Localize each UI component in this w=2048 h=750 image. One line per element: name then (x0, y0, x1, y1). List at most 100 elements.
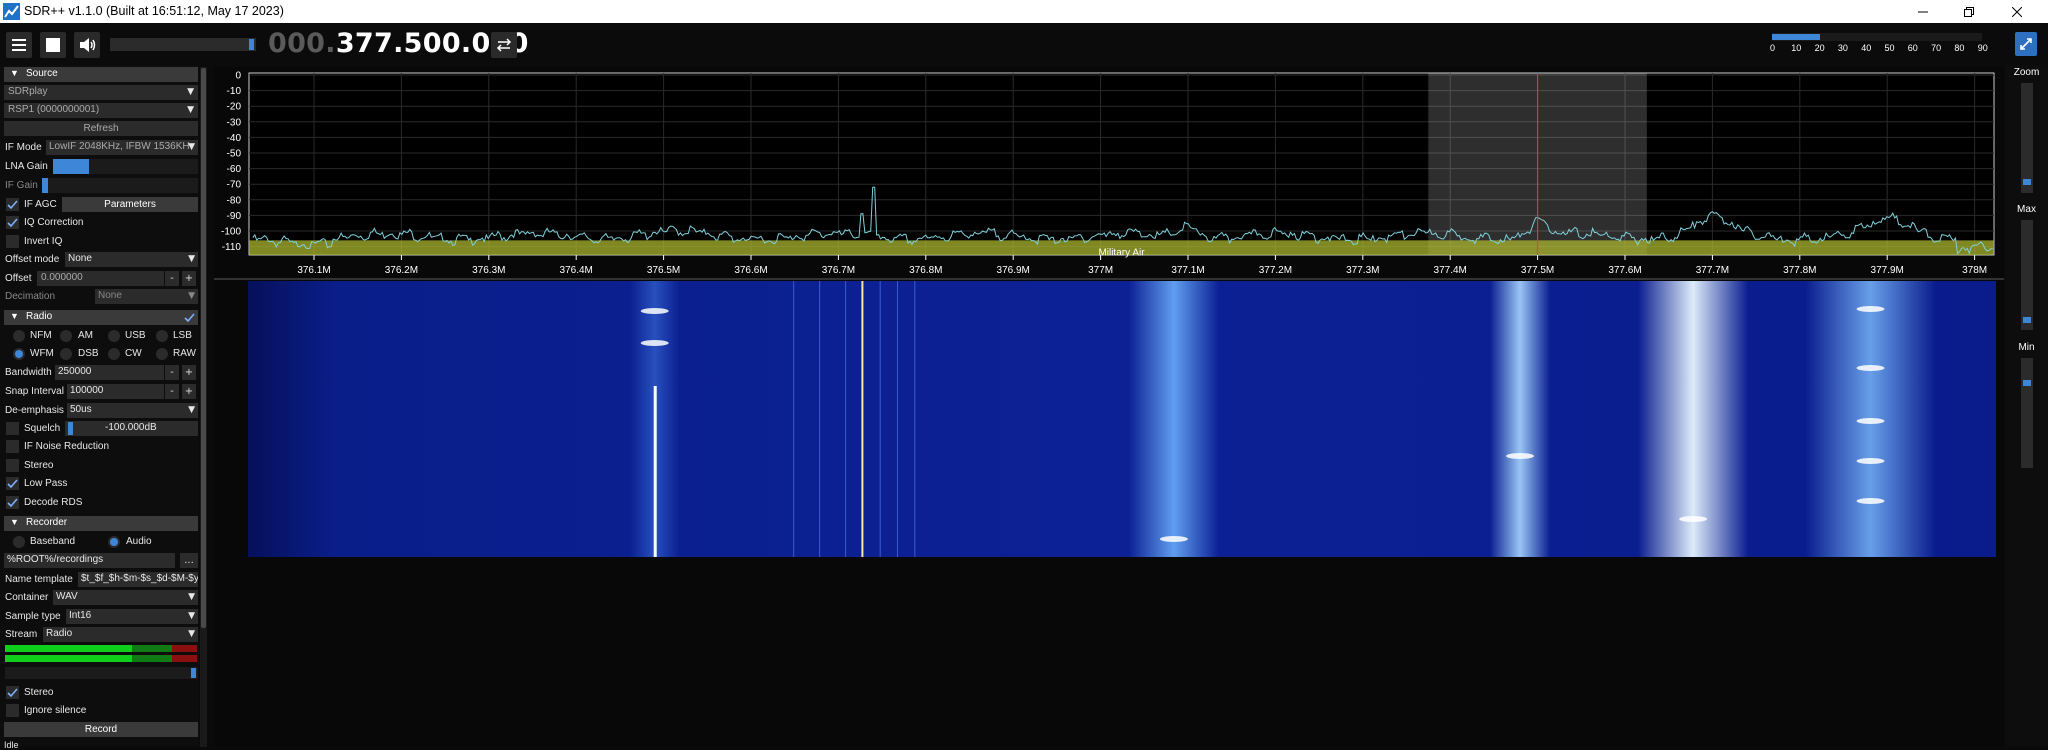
audio-label: Audio (126, 536, 152, 547)
waterfall-signal-b1 (1128, 281, 1219, 557)
offset-plus-button[interactable]: + (182, 271, 196, 286)
name-template-input[interactable]: $t_$f_$h-$m-$s_$d-$M-$y (78, 572, 198, 587)
if-nr-checkbox[interactable] (6, 440, 19, 453)
snap-interval-input[interactable]: 100000 (67, 384, 164, 399)
snap-plus-button[interactable]: + (182, 384, 196, 399)
decimation-select[interactable]: None ▼ (95, 289, 198, 304)
mode-cw-radio[interactable] (108, 348, 120, 360)
container-select[interactable]: WAV ▼ (53, 590, 198, 605)
mode-wfm-label: WFM (30, 348, 54, 359)
mode-nfm-label: NFM (30, 330, 52, 341)
min-slider[interactable] (2021, 358, 2033, 468)
radio-enabled-check-icon[interactable] (184, 312, 195, 323)
waterfall-burst (1506, 453, 1535, 459)
iq-correction-checkbox[interactable] (6, 216, 19, 229)
snr-meter-bar (1772, 34, 1820, 40)
radio-header[interactable]: ▼ Radio (4, 310, 198, 325)
mode-lsb-radio[interactable] (156, 330, 168, 342)
snr-tick-label: 10 (1791, 43, 1802, 53)
minimize-icon[interactable] (1900, 0, 1946, 23)
recorder-header[interactable]: ▼ Recorder (4, 516, 198, 531)
menu-icon[interactable] (6, 32, 32, 58)
low-pass-checkbox[interactable] (6, 477, 19, 490)
min-slider-knob[interactable] (2023, 380, 2031, 386)
recording-path-input[interactable]: %ROOT%/recordings (4, 553, 175, 568)
bandwidth-minus-button[interactable]: - (165, 365, 179, 380)
record-button[interactable]: Record (4, 722, 198, 737)
restore-icon[interactable] (1946, 0, 1992, 23)
max-slider-knob[interactable] (2023, 317, 2031, 323)
offset-mode-select[interactable]: None ▼ (65, 252, 198, 267)
if-mode-select[interactable]: LowIF 2048KHz, IFBW 1536KH ▼ (46, 140, 198, 155)
mode-am-radio[interactable] (60, 330, 72, 342)
baseband-label: Baseband (30, 536, 76, 547)
if-agc-checkbox[interactable] (6, 198, 19, 211)
recorder-volume-slider[interactable] (5, 667, 198, 679)
collapse-icon: ▼ (10, 517, 19, 527)
squelch-knob[interactable] (68, 422, 73, 435)
ignore-silence-checkbox[interactable] (6, 704, 19, 717)
mode-wfm-radio[interactable] (13, 348, 25, 360)
lna-gain-label: LNA Gain (5, 161, 48, 172)
fft-x-tick-label: 377.1M (1171, 265, 1204, 276)
device-select[interactable]: RSP1 (0000000001) ▼ (4, 103, 198, 118)
baseband-radio[interactable] (13, 536, 25, 548)
bandwidth-plus-button[interactable]: + (182, 365, 196, 380)
recorder-volume-knob[interactable] (191, 668, 196, 678)
stop-icon[interactable] (40, 32, 66, 58)
recorder-stereo-checkbox[interactable] (6, 686, 19, 699)
stereo-checkbox[interactable] (6, 459, 19, 472)
stream-label: Stream (5, 629, 38, 640)
close-icon[interactable] (1994, 0, 2040, 23)
squelch-checkbox[interactable] (6, 422, 19, 435)
mode-lsb-label: LSB (173, 330, 192, 341)
parameters-button[interactable]: Parameters (62, 197, 198, 212)
zoom-slider[interactable] (2021, 83, 2033, 193)
snr-tick-label: 80 (1954, 43, 1965, 53)
sample-type-select[interactable]: Int16 ▼ (66, 609, 198, 624)
lna-gain-slider[interactable] (53, 159, 198, 174)
speaker-icon[interactable] (74, 32, 100, 58)
volume-slider-knob[interactable] (249, 39, 254, 50)
mode-am-label: AM (78, 330, 93, 341)
sample-type-label: Sample type (5, 611, 61, 622)
offset-minus-button[interactable]: - (165, 271, 179, 286)
bandwidth-input[interactable]: 250000 (55, 365, 164, 380)
mode-dsb-radio[interactable] (60, 348, 72, 360)
refresh-button[interactable]: Refresh (4, 121, 198, 136)
fft-y-tick-label: -20 (227, 102, 242, 113)
deemphasis-select[interactable]: 50us ▼ (67, 403, 198, 418)
mode-cw-label: CW (125, 348, 142, 359)
snr-tick-label: 40 (1861, 43, 1872, 53)
waterfall[interactable] (248, 281, 1996, 557)
squelch-slider[interactable]: -100.000dB (65, 421, 198, 436)
squelch-label: Squelch (24, 423, 61, 434)
audio-radio[interactable] (108, 536, 120, 548)
mode-nfm-radio[interactable] (13, 330, 25, 342)
source-header[interactable]: ▼ Source (4, 67, 198, 82)
snap-minus-button[interactable]: - (165, 384, 179, 399)
stream-select[interactable]: Radio ▼ (43, 627, 198, 642)
snr-tick-label: 60 (1907, 43, 1918, 53)
waterfall-faint-line (914, 281, 916, 557)
waterfall-burst (1856, 498, 1885, 504)
container-label: Container (5, 592, 49, 603)
plot-divider[interactable] (214, 278, 2004, 280)
offset-input[interactable]: 0.000000 (37, 271, 164, 286)
swap-icon[interactable] (491, 32, 517, 58)
waterfall-burst (1856, 418, 1885, 424)
mode-raw-radio[interactable] (156, 348, 168, 360)
scrollbar-thumb[interactable] (201, 68, 206, 628)
volume-slider[interactable] (110, 38, 256, 51)
browse-button[interactable]: ... (180, 553, 198, 568)
decode-rds-checkbox[interactable] (6, 496, 19, 509)
fft-plot[interactable]: 0 -10 -20 -30 -40 -50 -60 -70 -80 -90 -100 -110 376.… (214, 67, 2004, 280)
frequency-display[interactable]: 000.377.500.000 (268, 28, 529, 59)
source-select[interactable]: SDRplay ▼ (4, 85, 198, 100)
zoom-slider-knob[interactable] (2023, 179, 2031, 185)
if-gain-slider[interactable] (42, 178, 198, 193)
max-slider[interactable] (2021, 220, 2033, 330)
mode-usb-radio[interactable] (108, 330, 120, 342)
invert-iq-checkbox[interactable] (6, 235, 19, 248)
sidebar-scrollbar[interactable] (200, 67, 207, 747)
